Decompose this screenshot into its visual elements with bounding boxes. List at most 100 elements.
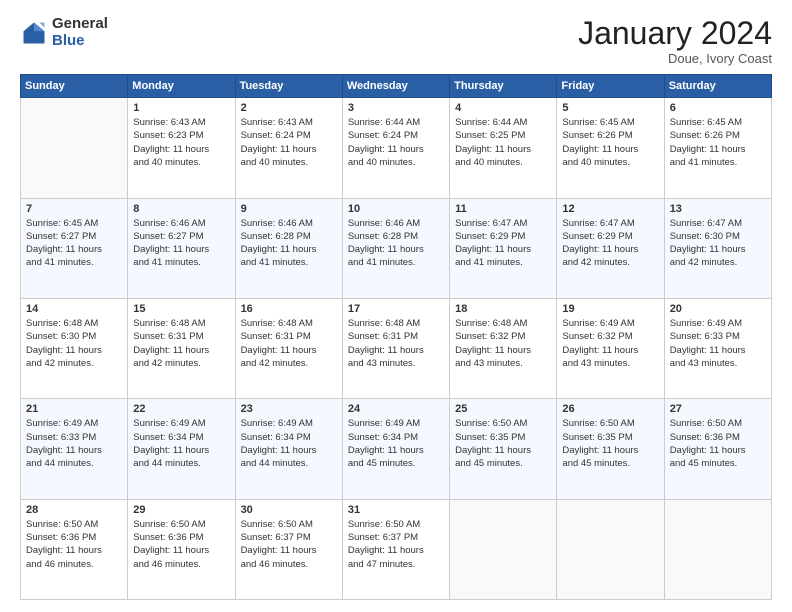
- calendar-cell: 5 Sunrise: 6:45 AM Sunset: 6:26 PM Daylig…: [557, 98, 664, 198]
- day-number: 13: [670, 203, 766, 215]
- logo-blue-text: Blue: [52, 33, 108, 50]
- title-section: January 2024 Doue, Ivory Coast: [578, 16, 772, 66]
- day-number: 21: [26, 403, 122, 415]
- day-info: Sunrise: 6:50 AM Sunset: 6:36 PM Dayligh…: [670, 417, 766, 470]
- calendar-cell: 3 Sunrise: 6:44 AM Sunset: 6:24 PM Daylig…: [342, 98, 449, 198]
- day-number: 18: [455, 303, 551, 315]
- calendar-header-row: Sunday Monday Tuesday Wednesday Thursday…: [21, 75, 772, 98]
- day-info: Sunrise: 6:45 AM Sunset: 6:26 PM Dayligh…: [562, 116, 658, 169]
- calendar-cell: 10Sunrise: 6:46 AM Sunset: 6:28 PM Dayli…: [342, 198, 449, 298]
- header: General Blue January 2024 Doue, Ivory Co…: [20, 16, 772, 66]
- calendar-cell: 22 Sunrise: 6:49 AM Sunset: 6:34 PM Dayli…: [128, 399, 235, 499]
- day-info: Sunrise: 6:50 AM Sunset: 6:37 PM Dayligh…: [241, 518, 337, 571]
- day-info: Sunrise: 6:50 AM Sunset: 6:37 PM Dayligh…: [348, 518, 444, 571]
- day-number: 1: [133, 102, 229, 114]
- calendar-cell: [557, 499, 664, 599]
- calendar-cell: 12 Sunrise: 6:47 AM Sunset: 6:29 PM Dayli…: [557, 198, 664, 298]
- calendar-cell: 17Sunrise: 6:48 AM Sunset: 6:31 PM Dayli…: [342, 298, 449, 398]
- day-number: 12: [562, 203, 658, 215]
- logo-general-text: General: [52, 16, 108, 33]
- day-info: Sunrise: 6:46 AM Sunset: 6:28 PM Dayligh…: [348, 217, 444, 270]
- month-title: January 2024: [578, 16, 772, 51]
- day-info: Sunrise: 6:49 AM Sunset: 6:34 PM Dayligh…: [348, 417, 444, 470]
- calendar-cell: 28 Sunrise: 6:50 AM Sunset: 6:36 PM Dayli…: [21, 499, 128, 599]
- calendar-cell: 13 Sunrise: 6:47 AM Sunset: 6:30 PM Dayli…: [664, 198, 771, 298]
- day-info: Sunrise: 6:48 AM Sunset: 6:32 PM Dayligh…: [455, 317, 551, 370]
- day-number: 6: [670, 102, 766, 114]
- col-tuesday: Tuesday: [235, 75, 342, 98]
- calendar-cell: 8 Sunrise: 6:46 AM Sunset: 6:27 PM Daylig…: [128, 198, 235, 298]
- day-info: Sunrise: 6:50 AM Sunset: 6:36 PM Dayligh…: [26, 518, 122, 571]
- calendar-cell: 11 Sunrise: 6:47 AM Sunset: 6:29 PM Dayli…: [450, 198, 557, 298]
- calendar-cell: 25 Sunrise: 6:50 AM Sunset: 6:35 PM Dayli…: [450, 399, 557, 499]
- day-number: 3: [348, 102, 444, 114]
- day-number: 4: [455, 102, 551, 114]
- day-info: Sunrise: 6:45 AM Sunset: 6:27 PM Dayligh…: [26, 217, 122, 270]
- day-number: 9: [241, 203, 337, 215]
- day-info: Sunrise: 6:49 AM Sunset: 6:34 PM Dayligh…: [133, 417, 229, 470]
- day-number: 2: [241, 102, 337, 114]
- col-sunday: Sunday: [21, 75, 128, 98]
- day-info: Sunrise: 6:49 AM Sunset: 6:33 PM Dayligh…: [26, 417, 122, 470]
- calendar-cell: 2 Sunrise: 6:43 AM Sunset: 6:24 PM Daylig…: [235, 98, 342, 198]
- calendar-cell: 20 Sunrise: 6:49 AM Sunset: 6:33 PM Dayli…: [664, 298, 771, 398]
- calendar-week-5: 28 Sunrise: 6:50 AM Sunset: 6:36 PM Dayli…: [21, 499, 772, 599]
- col-monday: Monday: [128, 75, 235, 98]
- day-info: Sunrise: 6:48 AM Sunset: 6:30 PM Dayligh…: [26, 317, 122, 370]
- calendar-cell: 26 Sunrise: 6:50 AM Sunset: 6:35 PM Dayli…: [557, 399, 664, 499]
- calendar-cell: [450, 499, 557, 599]
- day-info: Sunrise: 6:44 AM Sunset: 6:25 PM Dayligh…: [455, 116, 551, 169]
- day-number: 8: [133, 203, 229, 215]
- day-info: Sunrise: 6:47 AM Sunset: 6:29 PM Dayligh…: [455, 217, 551, 270]
- col-wednesday: Wednesday: [342, 75, 449, 98]
- day-number: 20: [670, 303, 766, 315]
- day-number: 31: [348, 504, 444, 516]
- day-number: 5: [562, 102, 658, 114]
- calendar-cell: 30Sunrise: 6:50 AM Sunset: 6:37 PM Dayli…: [235, 499, 342, 599]
- day-info: Sunrise: 6:47 AM Sunset: 6:30 PM Dayligh…: [670, 217, 766, 270]
- day-number: 28: [26, 504, 122, 516]
- day-info: Sunrise: 6:46 AM Sunset: 6:27 PM Dayligh…: [133, 217, 229, 270]
- day-info: Sunrise: 6:47 AM Sunset: 6:29 PM Dayligh…: [562, 217, 658, 270]
- day-info: Sunrise: 6:43 AM Sunset: 6:24 PM Dayligh…: [241, 116, 337, 169]
- day-info: Sunrise: 6:50 AM Sunset: 6:36 PM Dayligh…: [133, 518, 229, 571]
- day-info: Sunrise: 6:50 AM Sunset: 6:35 PM Dayligh…: [562, 417, 658, 470]
- calendar-cell: 1 Sunrise: 6:43 AM Sunset: 6:23 PM Daylig…: [128, 98, 235, 198]
- day-info: Sunrise: 6:49 AM Sunset: 6:33 PM Dayligh…: [670, 317, 766, 370]
- calendar-cell: [21, 98, 128, 198]
- calendar-week-4: 21 Sunrise: 6:49 AM Sunset: 6:33 PM Dayli…: [21, 399, 772, 499]
- calendar-cell: 15Sunrise: 6:48 AM Sunset: 6:31 PM Dayli…: [128, 298, 235, 398]
- day-number: 27: [670, 403, 766, 415]
- calendar-week-3: 14 Sunrise: 6:48 AM Sunset: 6:30 PM Dayli…: [21, 298, 772, 398]
- day-info: Sunrise: 6:44 AM Sunset: 6:24 PM Dayligh…: [348, 116, 444, 169]
- calendar-cell: 31 Sunrise: 6:50 AM Sunset: 6:37 PM Dayli…: [342, 499, 449, 599]
- day-number: 14: [26, 303, 122, 315]
- day-number: 22: [133, 403, 229, 415]
- calendar-cell: 7 Sunrise: 6:45 AM Sunset: 6:27 PM Daylig…: [21, 198, 128, 298]
- calendar-cell: 19Sunrise: 6:49 AM Sunset: 6:32 PM Dayli…: [557, 298, 664, 398]
- day-number: 29: [133, 504, 229, 516]
- day-number: 25: [455, 403, 551, 415]
- logo: General Blue: [20, 16, 108, 49]
- calendar-table: Sunday Monday Tuesday Wednesday Thursday…: [20, 74, 772, 600]
- day-info: Sunrise: 6:49 AM Sunset: 6:32 PM Dayligh…: [562, 317, 658, 370]
- col-thursday: Thursday: [450, 75, 557, 98]
- calendar-cell: 23 Sunrise: 6:49 AM Sunset: 6:34 PM Dayli…: [235, 399, 342, 499]
- day-info: Sunrise: 6:43 AM Sunset: 6:23 PM Dayligh…: [133, 116, 229, 169]
- calendar-cell: 18 Sunrise: 6:48 AM Sunset: 6:32 PM Dayli…: [450, 298, 557, 398]
- day-info: Sunrise: 6:50 AM Sunset: 6:35 PM Dayligh…: [455, 417, 551, 470]
- day-number: 24: [348, 403, 444, 415]
- calendar-cell: 4 Sunrise: 6:44 AM Sunset: 6:25 PM Daylig…: [450, 98, 557, 198]
- calendar-cell: 16Sunrise: 6:48 AM Sunset: 6:31 PM Dayli…: [235, 298, 342, 398]
- day-number: 23: [241, 403, 337, 415]
- location: Doue, Ivory Coast: [578, 51, 772, 66]
- calendar-week-1: 1 Sunrise: 6:43 AM Sunset: 6:23 PM Daylig…: [21, 98, 772, 198]
- day-info: Sunrise: 6:48 AM Sunset: 6:31 PM Dayligh…: [348, 317, 444, 370]
- logo-icon: [20, 19, 48, 47]
- day-info: Sunrise: 6:49 AM Sunset: 6:34 PM Dayligh…: [241, 417, 337, 470]
- col-friday: Friday: [557, 75, 664, 98]
- day-number: 26: [562, 403, 658, 415]
- day-number: 11: [455, 203, 551, 215]
- calendar-cell: [664, 499, 771, 599]
- day-number: 7: [26, 203, 122, 215]
